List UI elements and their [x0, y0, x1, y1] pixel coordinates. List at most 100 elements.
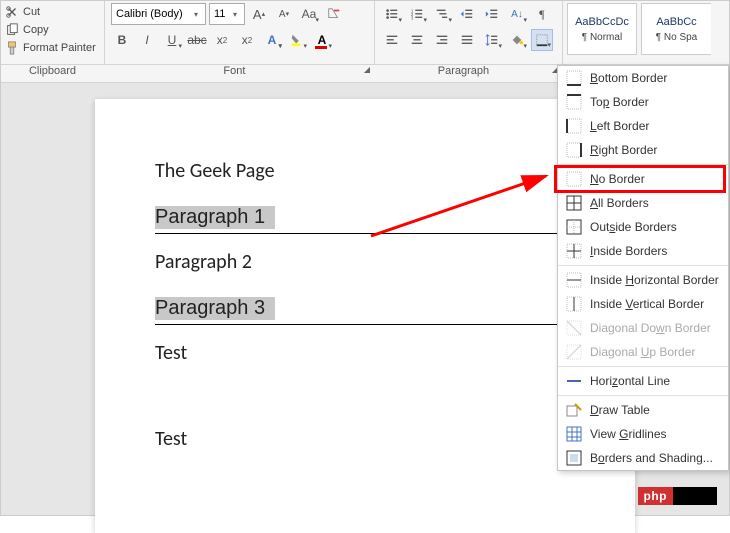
eraser-icon	[327, 7, 341, 21]
bullets-icon	[385, 7, 399, 21]
badge-black	[673, 487, 717, 505]
style-name: ¶ Normal	[582, 32, 622, 43]
align-center-button[interactable]	[406, 29, 428, 51]
style-nospacing[interactable]: AaBbCc ¶ No Spa	[641, 3, 711, 55]
font-size-select[interactable]: 11 ▾	[209, 3, 245, 25]
grow-font-button[interactable]: A▴	[248, 3, 270, 25]
menu-draw-table[interactable]: Draw Table	[558, 398, 728, 422]
shrink-font-button[interactable]: A▾	[273, 3, 295, 25]
numbering-icon: 123	[410, 7, 424, 21]
clipboard-group: Cut Copy Format Painter	[1, 1, 105, 64]
strikethrough-button[interactable]: abc	[186, 29, 208, 51]
menu-inside-vertical-border[interactable]: Inside Vertical Border	[558, 292, 728, 316]
font-size-value: 11	[214, 8, 230, 20]
align-right-icon	[435, 33, 449, 47]
font-color-button[interactable]: A	[311, 29, 333, 51]
font-name-select[interactable]: Calibri (Body) ▾	[111, 3, 206, 25]
diag-down-icon	[566, 320, 582, 336]
styles-group: AaBbCcDc ¶ Normal AaBbCc ¶ No Spa	[563, 1, 729, 64]
font-dialog-launcher[interactable]: ◢	[364, 65, 370, 74]
horizontal-line	[155, 233, 625, 234]
draw-table-icon	[566, 402, 582, 418]
change-case-button[interactable]: Aa	[298, 3, 320, 25]
justify-button[interactable]	[456, 29, 478, 51]
align-left-icon	[385, 33, 399, 47]
watermark-badge: php	[638, 487, 718, 505]
copy-button[interactable]: Copy	[5, 21, 100, 39]
style-preview: AaBbCcDc	[575, 16, 629, 28]
menu-top-border[interactable]: Top Border	[558, 90, 728, 114]
format-painter-label: Format Painter	[23, 42, 96, 54]
gridlines-icon	[566, 426, 582, 442]
bullets-button[interactable]	[381, 3, 403, 25]
underline-button[interactable]: U	[161, 29, 183, 51]
text-effects-button[interactable]: A	[261, 29, 283, 51]
menu-diagonal-up-border: Diagonal Up Border	[558, 340, 728, 364]
paragraph-3-selected[interactable]: Paragraph 3	[155, 297, 275, 320]
menu-inside-borders[interactable]: Inside Borders	[558, 239, 728, 263]
menu-all-borders[interactable]: All Borders	[558, 191, 728, 215]
highlight-button[interactable]	[286, 29, 308, 51]
all-borders-icon	[566, 195, 582, 211]
menu-outside-borders[interactable]: Outside Borders	[558, 215, 728, 239]
test-2: Test	[155, 427, 575, 451]
multilevel-icon	[435, 7, 449, 21]
highlight-icon	[290, 33, 304, 47]
style-normal[interactable]: AaBbCcDc ¶ Normal	[567, 3, 637, 55]
align-left-button[interactable]	[381, 29, 403, 51]
diag-up-icon	[566, 344, 582, 360]
subscript-button[interactable]: x2	[211, 29, 233, 51]
menu-diagonal-down-border: Diagonal Down Border	[558, 316, 728, 340]
paragraph-2: Paragraph 2	[155, 250, 575, 274]
outdent-icon	[460, 7, 474, 21]
menu-view-gridlines[interactable]: View Gridlines	[558, 422, 728, 446]
shading-button[interactable]	[506, 29, 528, 51]
italic-button[interactable]: I	[136, 29, 158, 51]
borders-dropdown-menu: Bottom Border Top Border Left Border Rig…	[557, 65, 729, 471]
decrease-indent-button[interactable]	[456, 3, 478, 25]
page[interactable]: The Geek Page Paragraph 1 Paragraph 2 Pa…	[95, 99, 635, 533]
clear-formatting-button[interactable]	[323, 3, 345, 25]
clipboard-label: Clipboard	[1, 65, 105, 82]
menu-inside-horizontal-border[interactable]: Inside Horizontal Border	[558, 268, 728, 292]
justify-icon	[460, 33, 474, 47]
menu-no-border[interactable]: No Border	[558, 167, 728, 191]
spacing-icon	[485, 33, 499, 47]
brush-icon	[5, 41, 19, 55]
indent-icon	[485, 7, 499, 21]
superscript-button[interactable]: x2	[236, 29, 258, 51]
show-hide-button[interactable]: ¶	[531, 3, 553, 25]
borders-button[interactable]	[531, 29, 553, 51]
inside-h-border-icon	[566, 272, 582, 288]
horizontal-line	[155, 324, 625, 325]
php-text: php	[638, 487, 674, 505]
scissors-icon	[5, 5, 19, 19]
increase-indent-button[interactable]	[481, 3, 503, 25]
cut-button[interactable]: Cut	[5, 3, 100, 21]
menu-borders-and-shading[interactable]: Borders and Shading...	[558, 446, 728, 470]
format-painter-button[interactable]: Format Painter	[5, 39, 100, 57]
menu-right-border[interactable]: Right Border	[558, 138, 728, 162]
menu-bottom-border[interactable]: Bottom Border	[558, 66, 728, 90]
ribbon: Cut Copy Format Painter Calibri (Body) ▾…	[1, 1, 729, 65]
bucket-icon	[510, 33, 524, 47]
font-group: Calibri (Body) ▾ 11 ▾ A▴ A▾ Aa B I U abc…	[105, 1, 375, 64]
sort-button[interactable]: A↓	[506, 3, 528, 25]
hz-line-icon	[566, 373, 582, 389]
paragraph-label: Paragraph	[438, 65, 489, 77]
paragraph-1-selected[interactable]: Paragraph 1	[155, 206, 275, 229]
align-center-icon	[410, 33, 424, 47]
menu-horizontal-line[interactable]: Horizontal Line	[558, 369, 728, 393]
bold-button[interactable]: B	[111, 29, 133, 51]
style-name: ¶ No Spa	[656, 32, 698, 43]
align-right-button[interactable]	[431, 29, 453, 51]
font-label: Font	[223, 65, 245, 77]
top-border-icon	[566, 94, 582, 110]
chevron-down-icon: ▾	[230, 10, 240, 19]
multilevel-list-button[interactable]	[431, 3, 453, 25]
menu-left-border[interactable]: Left Border	[558, 114, 728, 138]
svg-text:3: 3	[411, 15, 414, 20]
line-spacing-button[interactable]	[481, 29, 503, 51]
inside-v-border-icon	[566, 296, 582, 312]
numbering-button[interactable]: 123	[406, 3, 428, 25]
